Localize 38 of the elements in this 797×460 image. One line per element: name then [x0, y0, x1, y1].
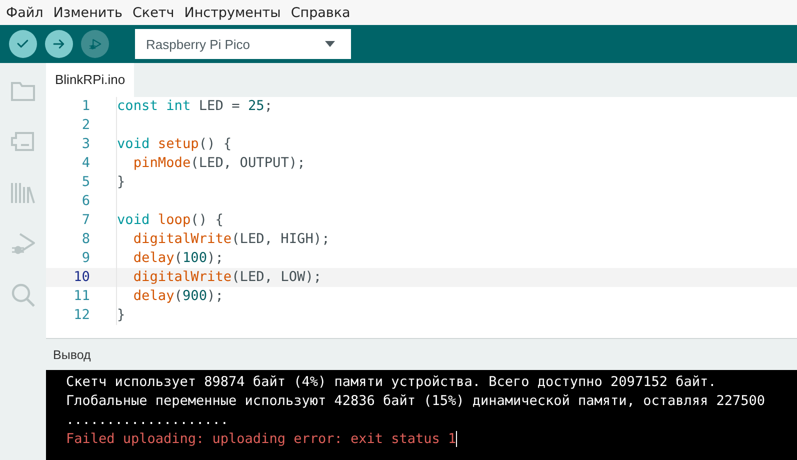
line-number: 10 — [72, 268, 91, 287]
error-message: Failed uploading: uploading error: exit status 1 — [66, 430, 458, 449]
code-line: digitalWrite(LED, LOW); — [116, 268, 322, 287]
code-line: } — [116, 173, 126, 192]
board-dropdown[interactable]: Raspberry Pi Pico — [135, 29, 351, 59]
line-number: 8 — [80, 230, 91, 249]
line-number: 3 — [80, 135, 91, 154]
code-line: void loop() { — [116, 211, 224, 230]
console-line: Глобальные переменные используют 42836 байт (15%) динамической памяти, оставляя 227500 — [66, 392, 766, 411]
code-line: const int LED = 25; — [116, 97, 273, 116]
code-line: digitalWrite(LED, HIGH); — [116, 230, 330, 249]
code-line: } — [116, 306, 126, 325]
line-number: 9 — [80, 249, 91, 268]
menu-item[interactable]: Скетч — [130, 4, 182, 20]
output-tab[interactable]: Вывод — [46, 348, 91, 362]
line-number: 4 — [80, 154, 91, 173]
menu-item[interactable]: Файл — [4, 4, 50, 20]
line-number: 11 — [72, 287, 91, 306]
console-line: .................... — [66, 411, 230, 430]
upload-button[interactable] — [45, 30, 73, 58]
code-line: delay(900); — [116, 287, 224, 306]
menu-item[interactable]: Изменить — [51, 4, 130, 20]
search-icon[interactable] — [9, 281, 37, 309]
line-number: 6 — [80, 192, 91, 211]
caret-icon — [325, 41, 335, 47]
line-number: 5 — [80, 173, 91, 192]
code-line: void setup() { — [116, 135, 232, 154]
console-line: Скетч использует 89874 байт (4%) памяти устройства. Всего доступно 2097152 байт. — [66, 373, 718, 392]
code-line: pinMode(LED, OUTPUT); — [116, 154, 306, 173]
line-number: 12 — [72, 306, 91, 325]
menu-item[interactable]: Справка — [288, 4, 358, 20]
text-cursor — [456, 431, 458, 448]
line-number: 1 — [80, 97, 91, 116]
menu-item[interactable]: Инструменты — [182, 4, 288, 20]
line-number: 7 — [80, 211, 91, 230]
file-tab[interactable]: BlinkRPi.ino — [46, 63, 134, 97]
line-number: 2 — [80, 116, 91, 135]
verify-button[interactable] — [9, 30, 37, 58]
